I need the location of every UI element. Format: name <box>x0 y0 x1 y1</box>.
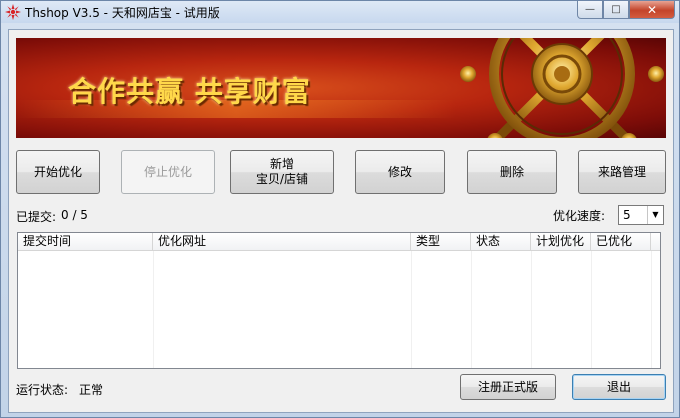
table-header: 提交时间 优化网址 类型 状态 计划优化 已优化 <box>18 233 660 251</box>
status-label: 运行状态: <box>16 383 69 397</box>
column-divider <box>411 251 412 368</box>
chevron-down-icon[interactable]: ▼ <box>647 206 663 224</box>
start-optimize-button[interactable]: 开始优化 <box>16 150 100 194</box>
close-button[interactable]: ✕ <box>629 1 675 19</box>
column-divider <box>153 251 154 368</box>
dharma-wheel-icon <box>460 38 664 138</box>
status-value: 正常 <box>79 383 104 397</box>
column-planned[interactable]: 计划优化 <box>531 233 591 251</box>
close-icon: ✕ <box>646 2 658 17</box>
column-divider <box>591 251 592 368</box>
column-url[interactable]: 优化网址 <box>153 233 411 251</box>
column-submit-time[interactable]: 提交时间 <box>18 233 153 251</box>
add-item-shop-button[interactable]: 新增 宝贝/店铺 <box>230 150 334 194</box>
submitted-label: 已提交: <box>16 210 57 224</box>
speed-value: 5 <box>623 208 631 222</box>
delete-button[interactable]: 删除 <box>467 150 557 194</box>
source-manage-button[interactable]: 来路管理 <box>578 150 666 194</box>
maximize-button[interactable]: □ <box>603 1 629 19</box>
speed-select[interactable]: 5 ▼ <box>618 205 664 225</box>
stop-optimize-button: 停止优化 <box>121 150 215 194</box>
column-status[interactable]: 状态 <box>471 233 531 251</box>
banner-slogan: 合作共赢 共享财富 <box>68 75 311 108</box>
exit-button[interactable]: 退出 <box>572 374 666 400</box>
window-title: Thshop V3.5 - 天和网店宝 - 试用版 <box>25 6 220 20</box>
app-window: Thshop V3.5 - 天和网店宝 - 试用版 — □ ✕ 合作共赢 共享财… <box>0 0 680 418</box>
speed-label: 优化速度: <box>553 209 606 223</box>
minimize-icon: — <box>585 4 595 15</box>
promo-banner: 合作共赢 共享财富 <box>16 38 666 138</box>
column-divider <box>531 251 532 368</box>
column-done[interactable]: 已优化 <box>591 233 651 251</box>
register-button[interactable]: 注册正式版 <box>460 374 556 400</box>
column-type[interactable]: 类型 <box>411 233 471 251</box>
title-bar[interactable]: Thshop V3.5 - 天和网店宝 - 试用版 — □ ✕ <box>1 1 679 23</box>
column-divider <box>651 251 652 368</box>
column-divider <box>471 251 472 368</box>
task-table[interactable]: 提交时间 优化网址 类型 状态 计划优化 已优化 <box>17 232 661 369</box>
main-panel: 合作共赢 共享财富 开始优化 停止优化 新增 宝贝/店铺 修改 删除 来路管理 … <box>8 29 674 413</box>
maximize-icon: □ <box>611 4 621 15</box>
edit-button[interactable]: 修改 <box>355 150 445 194</box>
submitted-count: 0 / 5 <box>61 208 88 222</box>
minimize-button[interactable]: — <box>577 1 603 19</box>
app-logo-icon <box>5 4 21 20</box>
